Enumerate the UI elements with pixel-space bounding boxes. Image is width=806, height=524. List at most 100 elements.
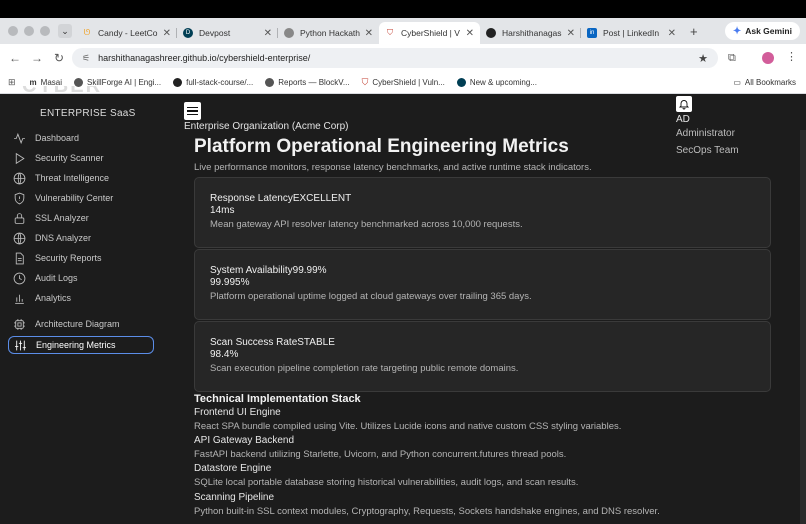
all-bookmarks-button[interactable]: ▭ All Bookmarks [733,78,796,87]
python-icon [284,28,294,38]
tab-search-icon[interactable]: ⌄ [58,24,72,38]
bookmark-star-icon[interactable]: ★ [698,52,708,65]
browser-tab[interactable]: in Post | LinkedIn ✕ [581,22,682,44]
sidebar-item-threat-intelligence[interactable]: Threat Intelligence [8,169,154,187]
cpu-icon [10,317,28,331]
folder-icon: ▭ [733,78,741,87]
organization-name: Enterprise Organization (Acme Corp) [184,121,349,132]
user-initials[interactable]: AD [676,114,690,125]
scrollbar[interactable] [800,130,806,524]
close-tab-icon[interactable]: ✕ [264,28,272,39]
activity-icon [10,131,28,145]
minimize-window-button[interactable] [24,26,34,36]
file-icon [10,251,28,265]
window-controls [8,26,50,36]
page-subtitle: Live performance monitors, response late… [194,162,592,173]
bar-chart-icon [10,291,28,305]
new-tab-button[interactable]: + [690,24,698,39]
stack-item-description: SQLite local portable database storing h… [194,477,579,488]
close-tab-icon[interactable]: ✕ [668,28,676,39]
menu-toggle-icon[interactable] [184,102,201,120]
leetcode-icon: ᘎ [83,28,91,37]
devpost-icon: D [183,28,193,38]
reload-icon[interactable]: ↻ [48,51,70,65]
close-tab-icon[interactable]: ✕ [365,28,373,39]
browser-tab[interactable]: Python Hackath ✕ [278,22,379,44]
close-tab-icon[interactable]: ✕ [567,28,575,39]
github-icon [486,28,496,38]
browser-tab-active[interactable]: ⛉ CyberShield | V ✕ [379,22,480,44]
bell-icon[interactable] [676,96,692,112]
lock-icon [10,211,28,225]
stack-item-name: Datastore Engine [194,463,272,474]
alert-shield-icon [10,191,28,205]
sidebar-item-security-scanner[interactable]: Security Scanner [8,149,154,167]
browser-tab[interactable]: Harshithanagas ✕ [480,22,581,44]
sidebar-item-architecture-diagram[interactable]: Architecture Diagram [8,315,154,333]
stack-item-description: React SPA bundle compiled using Vite. Ut… [194,421,622,432]
sidebar: CYBER ENTERPRISE SaaS Dashboard Security… [0,86,164,524]
bookmark-item[interactable]: New & upcoming... [456,78,537,87]
forward-arrow-icon[interactable]: → [26,51,48,65]
address-bar[interactable]: ⚟ harshithanagashreer.github.io/cybershi… [72,48,718,68]
sidebar-item-ssl-analyzer[interactable]: SSL Analyzer [8,209,154,227]
stack-item-name: API Gateway Backend [194,435,295,446]
apps-grid-icon[interactable]: ⊞ [8,77,16,88]
ask-gemini-button[interactable]: ✦ Ask Gemini [724,22,800,40]
close-window-button[interactable] [8,26,18,36]
extensions-icon[interactable]: ⧉ [728,52,736,65]
sidebar-item-audit-logs[interactable]: Audit Logs [8,269,154,287]
tab-strip: ⌄ ᘎ Candy - LeetCo ✕ D Devpost ✕ Python … [0,18,806,44]
shield-icon: ⛉ [387,28,393,37]
browser-tab[interactable]: D Devpost ✕ [177,22,278,44]
devpost-icon [456,78,466,87]
avatar[interactable] [762,52,774,64]
kebab-menu-icon[interactable]: ⋮ [786,50,797,63]
page-title: Platform Operational Engineering Metrics [194,136,569,157]
bookmarks-bar: ⊞ m Masai SkillForge AI | Engi... full-st… [0,72,806,94]
brand-logo: CYBER [22,86,103,97]
stack-item-description: FastAPI backend utilizing Starlette, Uvi… [194,449,567,460]
close-tab-icon[interactable]: ✕ [163,28,171,39]
play-icon [10,151,28,165]
metric-title: Response LatencyEXCELLENT [210,193,352,204]
main-content: Enterprise Organization (Acme Corp) AD A… [164,94,806,524]
metric-title: Scan Success RateSTABLE [210,337,335,348]
github-icon [173,78,183,87]
sidebar-item-dashboard[interactable]: Dashboard [8,129,154,147]
metric-card-scan-success: Scan Success RateSTABLE 98.4% Scan execu… [194,321,771,392]
bookmark-item[interactable]: full-stack-course/... [173,78,253,87]
sidebar-item-engineering-metrics[interactable]: Engineering Metrics [8,336,154,354]
globe-icon [10,231,28,245]
brand-subtitle: ENTERPRISE SaaS [40,108,136,119]
sidebar-item-vulnerability-center[interactable]: Vulnerability Center [8,189,154,207]
globe-icon [10,171,28,185]
metric-description: Mean gateway API resolver latency benchm… [210,219,523,230]
sidebar-item-dns-analyzer[interactable]: DNS Analyzer [8,229,154,247]
stack-item-name: Scanning Pipeline [194,492,275,503]
linkedin-icon: in [587,28,597,38]
sidebar-item-security-reports[interactable]: Security Reports [8,249,154,267]
bookmark-item[interactable]: ⛉ CyberShield | Vuln... [362,77,445,88]
stack-item-name: Frontend UI Engine [194,407,281,418]
metric-card-availability: System Availability99.99% 99.995% Platfo… [194,249,771,320]
stack-item-description: Python built-in SSL context modules, Cry… [194,506,660,517]
user-team: SecOps Team [676,145,739,156]
bookmark-item[interactable]: Reports — BlockV... [265,78,350,87]
zoom-window-button[interactable] [40,26,50,36]
site-info-icon[interactable]: ⚟ [82,53,90,64]
sidebar-item-analytics[interactable]: Analytics [8,289,154,307]
stack-section-title: Technical Implementation Stack [194,393,361,405]
metric-title: System Availability99.99% [210,265,327,276]
sliders-icon [11,338,29,352]
metric-value: 98.4% [210,349,239,360]
metric-value: 14ms [210,205,235,216]
globe-icon [265,78,275,87]
metric-value: 99.995% [210,277,250,288]
metric-description: Scan execution pipeline completion rate … [210,363,519,374]
back-arrow-icon[interactable]: ← [4,51,26,65]
browser-tab[interactable]: ᘎ Candy - LeetCo ✕ [76,22,177,44]
sparkle-icon: ✦ [732,25,742,37]
close-tab-icon[interactable]: ✕ [466,28,474,39]
tab-list: ᘎ Candy - LeetCo ✕ D Devpost ✕ Python Ha… [76,18,682,44]
